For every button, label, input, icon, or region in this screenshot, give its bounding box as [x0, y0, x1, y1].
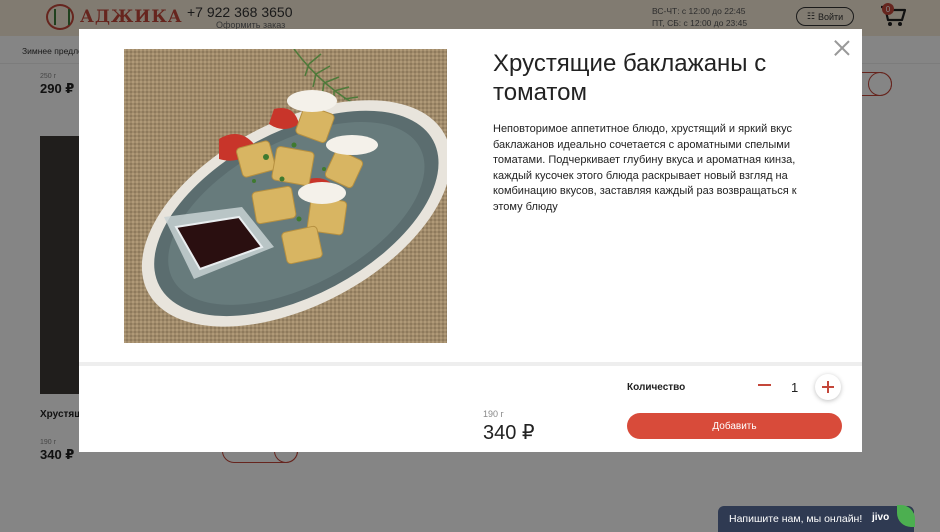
chat-brand-logo: jivo: [872, 512, 890, 523]
quantity-label: Количество: [627, 382, 686, 393]
product-weight: 190 г: [483, 409, 504, 419]
modal-divider: [79, 362, 862, 366]
product-modal: Хрустящие баклажаны с томатом Неповторим…: [79, 29, 862, 452]
quantity-decrease-button[interactable]: [756, 376, 774, 394]
product-photo: [124, 49, 447, 343]
chat-text: Напишите нам, мы онлайн!: [729, 513, 863, 525]
quantity-increase-button[interactable]: [815, 374, 841, 400]
product-description: Неповторимое аппетитное блюдо, хрустящий…: [493, 123, 797, 213]
quantity-value: 1: [791, 380, 799, 395]
product-price: 340 ₽: [483, 422, 535, 444]
product-title: Хрустящие баклажаны с томатом: [493, 50, 767, 106]
close-icon[interactable]: [834, 40, 850, 56]
add-to-cart-button[interactable]: Добавить: [627, 413, 842, 439]
